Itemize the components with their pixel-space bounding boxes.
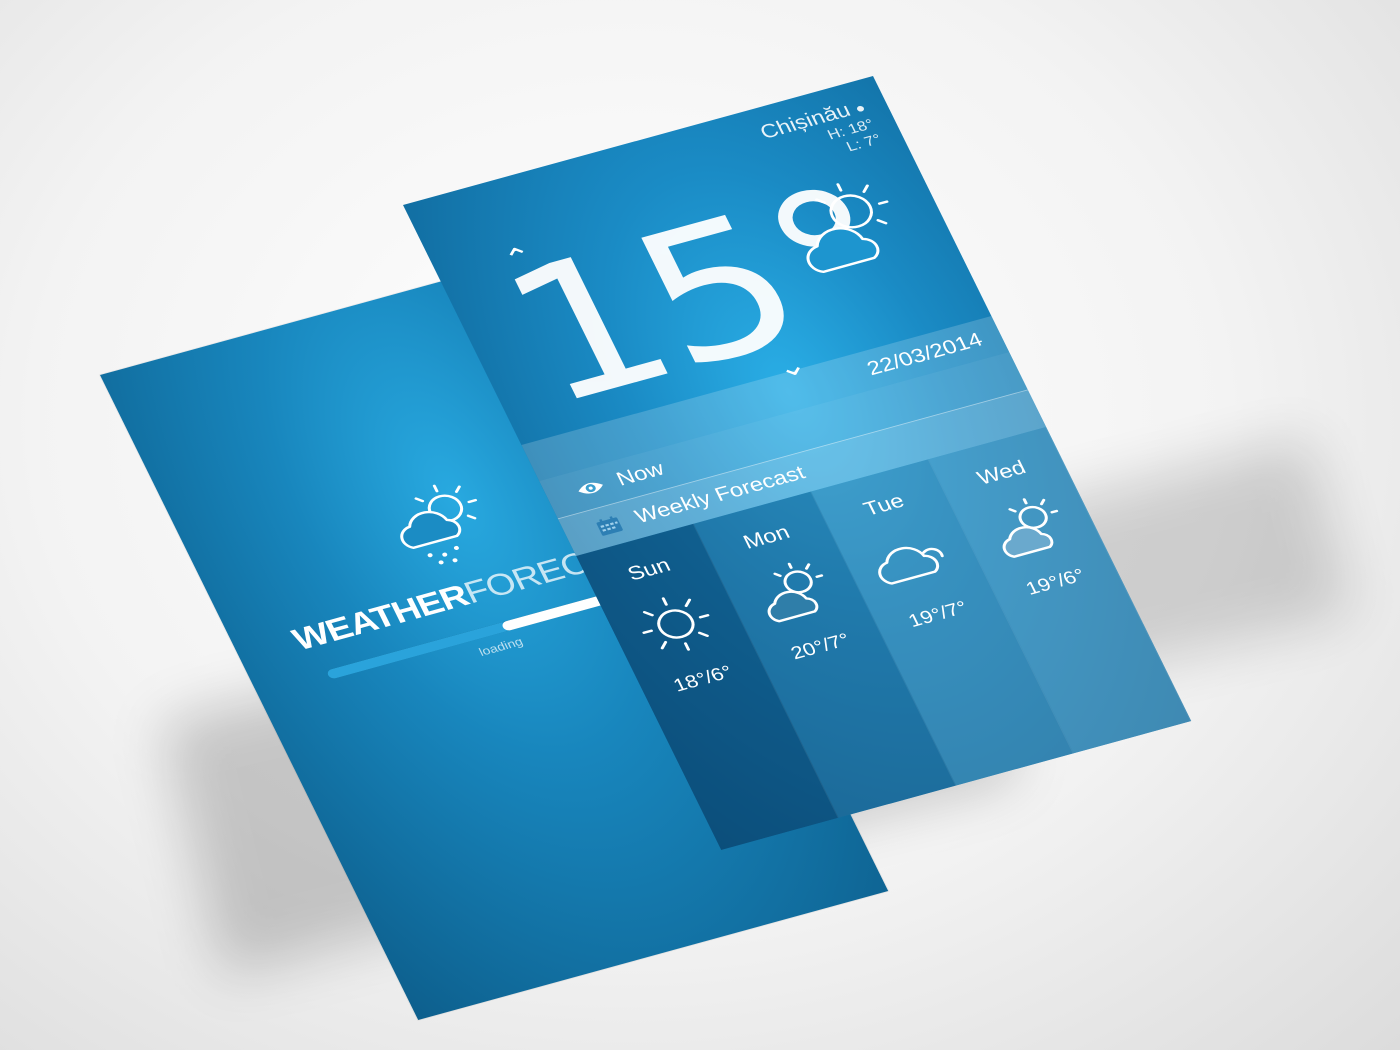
calendar-icon bbox=[596, 516, 623, 536]
mockup-stage: WEATHERFORECAST loading Chișinău● H: 18°… bbox=[0, 0, 1400, 1050]
cloud-sun-icon bbox=[1002, 498, 1059, 558]
cloud-sun-snow-icon bbox=[400, 484, 478, 565]
tab-now-label: Now bbox=[612, 457, 668, 491]
location-pin-icon: ● bbox=[852, 101, 869, 117]
eye-icon bbox=[578, 482, 603, 494]
cloud-icon bbox=[878, 546, 944, 585]
sun-icon bbox=[642, 597, 710, 651]
cloud-sun-icon bbox=[767, 562, 824, 623]
